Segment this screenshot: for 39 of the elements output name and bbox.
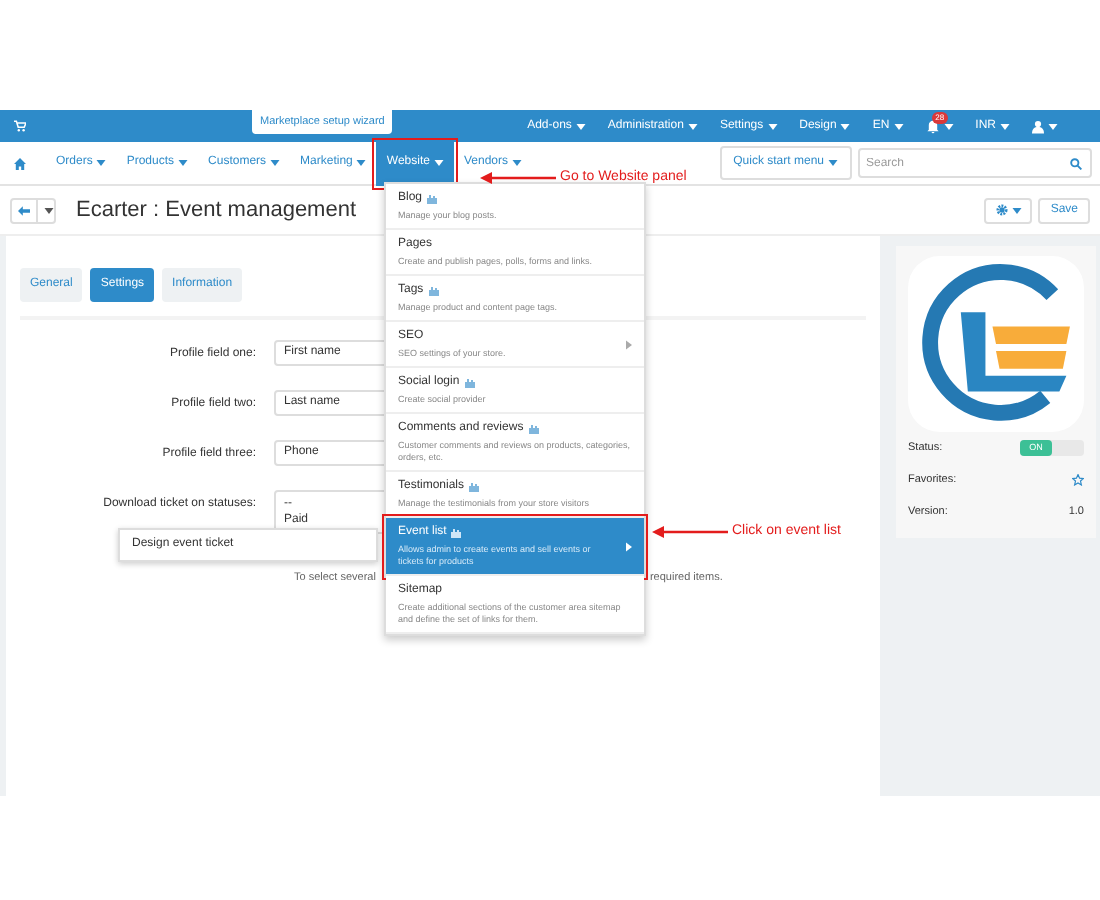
search-icon[interactable] (1070, 157, 1082, 169)
caret-icon (840, 123, 851, 129)
cart-icon (14, 120, 26, 132)
caret-icon (687, 123, 698, 129)
caret-icon (43, 207, 53, 213)
caret-icon (96, 160, 107, 166)
addon-icon (468, 482, 481, 492)
settings-button[interactable] (984, 197, 1033, 223)
addon-icon (463, 378, 476, 388)
caret-icon (270, 160, 281, 166)
user-menu[interactable] (1032, 119, 1058, 133)
chevron-right-icon (626, 339, 632, 349)
caret-icon (356, 160, 367, 166)
page-title: Ecarter : Event management (76, 195, 357, 226)
caret-icon (1048, 123, 1058, 129)
caret-icon (512, 160, 522, 166)
user-icon (1032, 119, 1044, 133)
caret-icon (575, 123, 586, 129)
back-button[interactable] (10, 197, 38, 223)
caret-icon (433, 160, 444, 166)
caret-icon (943, 123, 954, 129)
annotation-arrow (652, 526, 728, 539)
caret-icon (1011, 207, 1022, 213)
addon-icon (427, 286, 440, 296)
home-icon[interactable] (14, 157, 26, 169)
caret-icon (828, 160, 838, 166)
gear-icon (995, 204, 1008, 216)
addon-icon (450, 528, 463, 538)
caret-icon (893, 123, 904, 129)
chevron-right-icon (626, 541, 632, 551)
star-icon[interactable] (1072, 474, 1084, 487)
caret-icon (1000, 123, 1010, 129)
annotation-arrow (480, 172, 556, 185)
addon-icon (527, 424, 540, 434)
history-dropdown[interactable] (38, 197, 56, 223)
addon-icon (426, 194, 439, 204)
caret-icon (767, 123, 778, 129)
back-arrow-icon (18, 205, 30, 215)
caret-icon (178, 160, 189, 166)
